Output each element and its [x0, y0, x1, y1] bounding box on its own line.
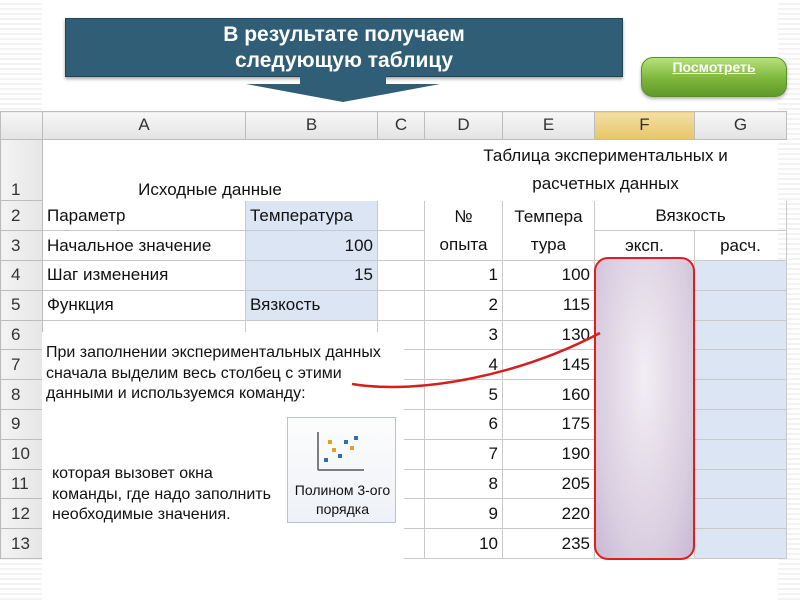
temperature-value[interactable]: 220 — [502, 498, 595, 530]
table-row: 2 Параметр Температура № опыта Темпера тур… — [0, 200, 787, 261]
experiment-title-line1: Таблица экспериментальных и — [483, 146, 728, 166]
table-row: 1 Исходные данные Таблица эксперименталь… — [0, 138, 787, 202]
calc-cell[interactable] — [694, 528, 787, 559]
experiment-number[interactable]: 10 — [424, 528, 503, 559]
temperature-value[interactable]: 145 — [502, 349, 595, 381]
experiment-number[interactable]: 7 — [424, 438, 503, 470]
row-header[interactable]: 4 — [0, 259, 43, 291]
cell[interactable] — [377, 230, 425, 261]
calc-cell[interactable] — [694, 259, 787, 291]
row-header[interactable]: 13 — [0, 528, 43, 559]
num-header-line1: № — [454, 206, 473, 226]
calc-cell[interactable] — [694, 468, 787, 500]
polynomial-command-label: Полином 3-ого порядка — [294, 482, 391, 517]
column-header-b[interactable]: B — [245, 111, 378, 140]
row-header[interactable]: 10 — [0, 438, 43, 470]
cell[interactable] — [377, 289, 425, 321]
param-name[interactable]: Шаг изменения — [42, 259, 246, 291]
calc-cell[interactable] — [694, 408, 787, 440]
column-header-f[interactable]: F — [594, 111, 695, 140]
polynomial-command-button[interactable]: Полином 3-ого порядка — [287, 417, 396, 523]
calc-cell[interactable] — [694, 498, 787, 530]
param-name[interactable]: Начальное значение — [42, 230, 246, 261]
viscosity-header[interactable]: Вязкость — [594, 200, 787, 232]
row-header[interactable]: 2 — [0, 200, 43, 232]
calc-cell[interactable] — [694, 349, 787, 381]
temperature-value[interactable]: 115 — [502, 289, 595, 321]
param-value[interactable]: 15 — [245, 259, 378, 291]
experiment-number[interactable]: 5 — [424, 379, 503, 410]
experiment-number[interactable]: 4 — [424, 349, 503, 381]
calc-cell[interactable] — [694, 319, 787, 351]
param-value[interactable]: 100 — [245, 230, 378, 261]
row-header[interactable]: 7 — [0, 349, 43, 381]
row-header[interactable]: 1 — [0, 138, 43, 202]
row-header[interactable]: 8 — [0, 379, 43, 410]
view-button[interactable]: Посмотреть — [641, 57, 787, 97]
calc-cell[interactable] — [694, 289, 787, 321]
exp-subheader[interactable]: эксп. — [594, 230, 695, 261]
experiment-title-line2: расчетных данных — [532, 174, 679, 194]
table-row: 3 Начальное значение 100 эксп. расч. — [0, 230, 787, 261]
param-name[interactable]: Функция — [42, 289, 246, 321]
param-name[interactable]: Параметр — [42, 200, 246, 232]
num-header[interactable]: № опыта — [424, 200, 503, 261]
column-header-d[interactable]: D — [424, 111, 503, 140]
temp-header[interactable]: Темпера тура — [502, 200, 595, 261]
scatter-chart-icon — [317, 432, 364, 471]
source-title: Исходные данные — [138, 180, 282, 200]
cell[interactable] — [378, 139, 425, 201]
select-all-corner[interactable] — [0, 111, 43, 140]
column-header-g[interactable]: G — [694, 111, 787, 140]
experiment-number[interactable]: 3 — [424, 319, 503, 351]
experiment-number[interactable]: 6 — [424, 408, 503, 440]
row-header[interactable]: 6 — [0, 319, 43, 351]
experiment-number[interactable]: 2 — [424, 289, 503, 321]
row-header[interactable]: 12 — [0, 498, 43, 530]
down-arrow-icon — [246, 76, 440, 102]
calc-cell[interactable] — [694, 438, 787, 470]
column-header-e[interactable]: E — [502, 111, 595, 140]
instruction-text: При заполнении экспериментальных данных … — [46, 344, 381, 402]
calc-subheader[interactable]: расч. — [694, 230, 787, 261]
param-value[interactable]: Вязкость — [245, 289, 378, 321]
temp-header-line1: Темпера — [514, 206, 583, 226]
experiment-number[interactable]: 9 — [424, 498, 503, 530]
num-header-line2: опыта — [439, 234, 488, 254]
experiment-title: Таблица экспериментальных и расчетных дан… — [425, 139, 787, 201]
column-header-a[interactable]: A — [42, 111, 246, 140]
temperature-value[interactable]: 130 — [502, 319, 595, 351]
row-header[interactable]: 9 — [0, 408, 43, 440]
selected-column-highlight — [594, 257, 695, 560]
cell[interactable] — [377, 259, 425, 291]
row-header[interactable]: 5 — [0, 289, 43, 321]
view-button-label: Посмотреть — [672, 59, 756, 75]
param-value[interactable]: Температура — [245, 200, 378, 232]
experiment-number[interactable]: 8 — [424, 468, 503, 500]
temperature-value[interactable]: 100 — [502, 259, 595, 291]
row-header[interactable]: 3 — [0, 230, 43, 261]
temperature-value[interactable]: 175 — [502, 408, 595, 440]
experiment-number[interactable]: 1 — [424, 259, 503, 291]
temp-header-line2: тура — [530, 234, 567, 254]
instruction-text-continued: которая вызовет окна команды, где надо з… — [52, 465, 271, 523]
slide-title-banner: В результате получаем следующую таблицу — [65, 18, 623, 77]
calc-cell[interactable] — [694, 379, 787, 410]
temperature-value[interactable]: 190 — [502, 438, 595, 470]
row-header[interactable]: 11 — [0, 468, 43, 500]
column-header-c[interactable]: C — [377, 111, 425, 140]
temperature-value[interactable]: 205 — [502, 468, 595, 500]
cell[interactable] — [377, 200, 425, 232]
column-header-row: A B C D E F G — [0, 111, 787, 140]
temperature-value[interactable]: 160 — [502, 379, 595, 410]
slide-title: В результате получаем следующую таблицу — [223, 22, 465, 72]
temperature-value[interactable]: 235 — [502, 528, 595, 559]
